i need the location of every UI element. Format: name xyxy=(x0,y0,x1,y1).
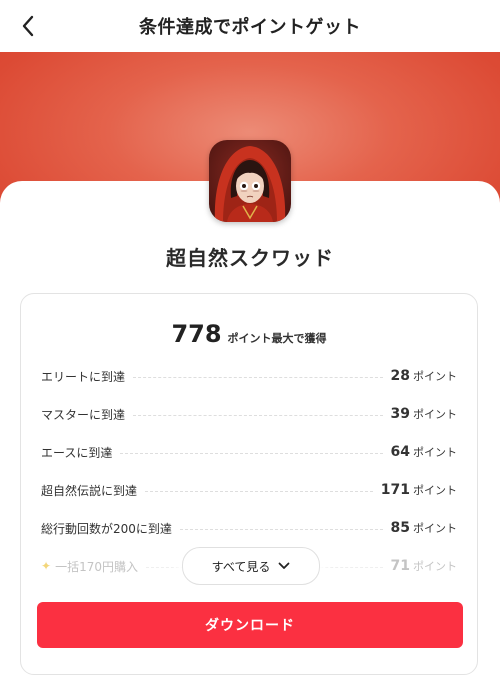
task-unit: ポイント xyxy=(413,370,457,383)
task-label: 一括170円購入 xyxy=(55,559,138,574)
points-card: 778 ポイント最大で獲得 エリートに到達 28 ポイント マスターに到達 39 … xyxy=(20,293,478,675)
task-row: マスターに到達 39 ポイント xyxy=(41,404,457,424)
total-points-label: ポイント最大で獲得 xyxy=(227,332,327,345)
page-title: 条件達成でポイントゲット xyxy=(139,17,361,38)
task-row: エースに到達 64 ポイント xyxy=(41,442,457,462)
task-label: マスターに到達 xyxy=(41,407,126,422)
dotted-leader xyxy=(133,414,383,416)
sparkle-icon: ✦ xyxy=(41,559,52,573)
task-row: 総行動回数が200に到達 85 ポイント xyxy=(41,518,457,538)
download-button[interactable]: ダウンロード xyxy=(37,602,463,648)
task-unit: ポイント xyxy=(413,484,457,497)
header-bar: 条件達成でポイントゲット xyxy=(0,0,500,52)
task-label: 超自然伝説に到達 xyxy=(41,483,138,498)
task-points: 64 xyxy=(390,444,410,460)
task-label: エリートに到達 xyxy=(41,369,126,384)
task-unit: ポイント xyxy=(413,560,457,573)
task-points: 71 xyxy=(390,558,410,574)
see-all-label: すべて見る xyxy=(211,559,271,574)
total-points: 778 xyxy=(171,320,222,348)
task-points: 28 xyxy=(390,368,410,384)
task-label: エースに到達 xyxy=(41,445,113,460)
task-points: 39 xyxy=(390,406,410,422)
see-all-button[interactable]: すべて見る xyxy=(182,547,320,585)
task-unit: ポイント xyxy=(413,408,457,421)
task-row: エリートに到達 28 ポイント xyxy=(41,366,457,386)
task-points: 171 xyxy=(380,482,410,498)
task-row: 超自然伝説に到達 171 ポイント xyxy=(41,480,457,500)
chevron-down-icon xyxy=(278,562,290,570)
task-points: 85 xyxy=(390,520,410,536)
dotted-leader xyxy=(120,452,383,454)
dotted-leader xyxy=(133,376,383,378)
game-title: 超自然スクワッド xyxy=(166,246,334,270)
points-summary: 778 ポイント最大で獲得 xyxy=(21,320,477,348)
task-unit: ポイント xyxy=(413,522,457,535)
dotted-leader xyxy=(179,528,383,530)
task-unit: ポイント xyxy=(413,446,457,459)
game-character-icon xyxy=(209,140,291,222)
task-label: 総行動回数が200に到達 xyxy=(41,521,172,536)
dotted-leader xyxy=(145,490,373,492)
